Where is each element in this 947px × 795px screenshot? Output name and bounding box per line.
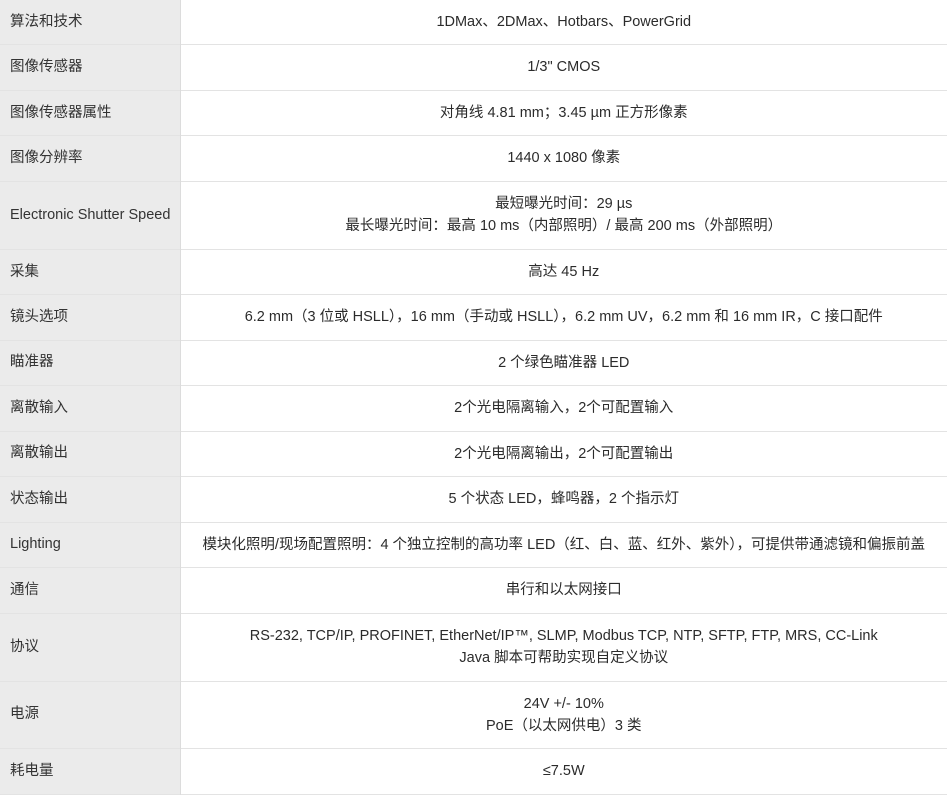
table-row: 离散输入 2个光电隔离输入，2个可配置输入 [0,385,947,432]
spec-value-line: 对角线 4.81 mm；3.45 µm 正方形像素 [439,104,688,121]
spec-label-cell: 通信 [0,567,181,614]
spec-value-line: 高达 45 Hz [528,263,600,280]
spec-label-cell: 图像传感器 [0,44,181,91]
spec-value-cell: 2 个绿色瞄准器 LED [180,340,947,386]
spec-value-line: 6.2 mm（3 位或 HSLL），16 mm（手动或 HSLL），6.2 mm… [244,309,883,326]
table-row: 图像传感器属性 对角线 4.81 mm；3.45 µm 正方形像素 [0,90,947,136]
spec-value-line: 最长曝光时间：最高 10 ms（内部照明）/ 最高 200 ms（外部照明） [345,218,783,235]
spec-label-cell: 离散输入 [0,385,181,432]
spec-label-cell: 图像传感器属性 [0,90,181,136]
table-row: 算法和技术 1DMax、2DMax、Hotbars、PowerGrid [0,0,947,45]
table-row: Lighting 模块化照明/现场配置照明：4 个独立控制的高功率 LED（红、白… [0,522,947,568]
spec-label-cell: 电源 [0,681,181,749]
spec-value-line: 2个光电隔离输入，2个可配置输入 [454,400,674,417]
table-row: 图像传感器 1/3" CMOS [0,44,947,91]
spec-value-cell: 2个光电隔离输出，2个可配置输出 [180,431,947,477]
table-row: 镜头选项 6.2 mm（3 位或 HSLL），16 mm（手动或 HSLL），6.… [0,294,947,341]
spec-value-cell: 模块化照明/现场配置照明：4 个独立控制的高功率 LED（红、白、蓝、红外、紫外… [180,522,947,568]
spec-value-line: 1/3" CMOS [527,59,601,76]
spec-value-line: 2 个绿色瞄准器 LED [498,354,630,371]
spec-value-line: 1DMax、2DMax、Hotbars、PowerGrid [436,14,692,30]
table-row: 状态输出 5 个状态 LED，蜂鸣器，2 个指示灯 [0,476,947,523]
spec-value-line: 1440 x 1080 像素 [507,150,621,167]
spec-value-cell: 高达 45 Hz [180,249,947,295]
spec-value-line: 5 个状态 LED，蜂鸣器，2 个指示灯 [448,491,679,508]
spec-label-cell: 耗电量 [0,748,181,795]
spec-value-line: RS-232, TCP/IP, PROFINET, EtherNet/IP™, … [249,627,878,644]
spec-label-cell: 离散输出 [0,431,181,477]
spec-value-line: 串行和以太网接口 [505,582,622,599]
spec-value-line: 24V +/- 10% [523,695,604,712]
table-row: 采集 高达 45 Hz [0,249,947,295]
spec-label-cell: 算法和技术 [0,0,181,45]
spec-label-cell: 采集 [0,249,181,295]
table-row: 通信 串行和以太网接口 [0,567,947,614]
table-row: 图像分辨率 1440 x 1080 像素 [0,135,947,182]
specifications-table-body: 算法和技术 1DMax、2DMax、Hotbars、PowerGrid 图像传感器 1… [0,0,947,795]
spec-value-cell: 1DMax、2DMax、Hotbars、PowerGrid [180,0,947,45]
spec-value-cell: 最短曝光时间：29 µs 最长曝光时间：最高 10 ms（内部照明）/ 最高 20… [180,181,947,250]
specifications-table: 算法和技术 1DMax、2DMax、Hotbars、PowerGrid 图像传感器 1… [0,0,947,795]
spec-label-cell: Lighting [0,522,181,568]
spec-value-line: 模块化照明/现场配置照明：4 个独立控制的高功率 LED（红、白、蓝、红外、紫外… [202,536,926,553]
spec-value-line: Java 脚本可帮助实现自定义协议 [459,650,669,667]
table-row: 瞄准器 2 个绿色瞄准器 LED [0,340,947,386]
spec-value-cell: ≤7.5W [180,748,947,795]
spec-value-cell: 1440 x 1080 像素 [180,135,947,182]
table-row: 耗电量 ≤7.5W [0,748,947,795]
spec-value-cell: 6.2 mm（3 位或 HSLL），16 mm（手动或 HSLL），6.2 mm… [180,294,947,341]
spec-label-cell: Electronic Shutter Speed [0,181,181,250]
spec-value-cell: 串行和以太网接口 [180,567,947,614]
spec-label-cell: 协议 [0,613,181,681]
table-row: 电源 24V +/- 10% PoE（以太网供电）3 类 [0,681,947,749]
spec-value-cell: RS-232, TCP/IP, PROFINET, EtherNet/IP™, … [180,613,947,681]
table-row: Electronic Shutter Speed 最短曝光时间：29 µs 最长曝光… [0,181,947,250]
spec-value-line: 最短曝光时间：29 µs [495,195,633,212]
spec-label-cell: 状态输出 [0,476,181,523]
spec-value-line: ≤7.5W [542,763,585,780]
spec-value-cell: 对角线 4.81 mm；3.45 µm 正方形像素 [180,90,947,136]
spec-value-line: PoE（以太网供电）3 类 [486,717,642,734]
spec-value-line: 2个光电隔离输出，2个可配置输出 [454,445,674,462]
table-row: 协议 RS-232, TCP/IP, PROFINET, EtherNet/IP™… [0,613,947,681]
spec-value-cell: 1/3" CMOS [180,44,947,91]
spec-value-cell: 24V +/- 10% PoE（以太网供电）3 类 [180,681,947,749]
spec-value-cell: 2个光电隔离输入，2个可配置输入 [180,385,947,432]
spec-label-cell: 镜头选项 [0,294,181,341]
spec-label-cell: 瞄准器 [0,340,181,386]
spec-label-cell: 图像分辨率 [0,135,181,182]
spec-value-cell: 5 个状态 LED，蜂鸣器，2 个指示灯 [180,476,947,523]
table-row: 离散输出 2个光电隔离输出，2个可配置输出 [0,431,947,477]
